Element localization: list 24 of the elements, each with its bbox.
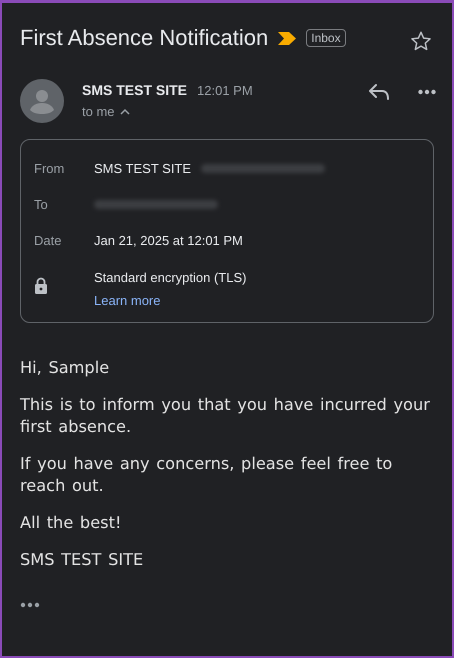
- body-paragraph: This is to inform you that you have incurred your first absence.: [20, 394, 431, 438]
- field-label: Date: [34, 232, 62, 248]
- avatar-icon: [20, 79, 64, 123]
- sent-time: 12:01 PM: [197, 83, 253, 98]
- learn-more-link[interactable]: Learn more: [94, 293, 160, 308]
- reply-icon[interactable]: [368, 83, 390, 101]
- lock-icon: [34, 276, 48, 294]
- field-label: From: [34, 160, 66, 176]
- encryption-text: Standard encryption (TLS): [94, 270, 248, 285]
- chevron-icon[interactable]: [120, 108, 130, 116]
- body-paragraph: SMS TEST SITE: [20, 549, 144, 571]
- importance-marker-icon[interactable]: [278, 32, 296, 44]
- recipient-text[interactable]: to me: [82, 104, 115, 119]
- body-paragraph: If you have any concerns, please feel free to reach out.: [20, 453, 394, 497]
- body-paragraph: Hi, Sample: [20, 357, 110, 379]
- trimmed-content-icon[interactable]: [20, 602, 40, 608]
- email-subject: First Absence Notification: [20, 25, 268, 51]
- body-paragraph: All the best!: [20, 512, 122, 534]
- star-icon[interactable]: [410, 30, 432, 52]
- field-value: SMS TEST SITE: [94, 160, 192, 176]
- field-value: Jan 21, 2025 at 12:01 PM: [94, 232, 243, 248]
- label-chip: Inbox: [306, 29, 346, 47]
- field-label: To: [34, 196, 49, 212]
- sender-name: SMS TEST SITE: [82, 82, 188, 98]
